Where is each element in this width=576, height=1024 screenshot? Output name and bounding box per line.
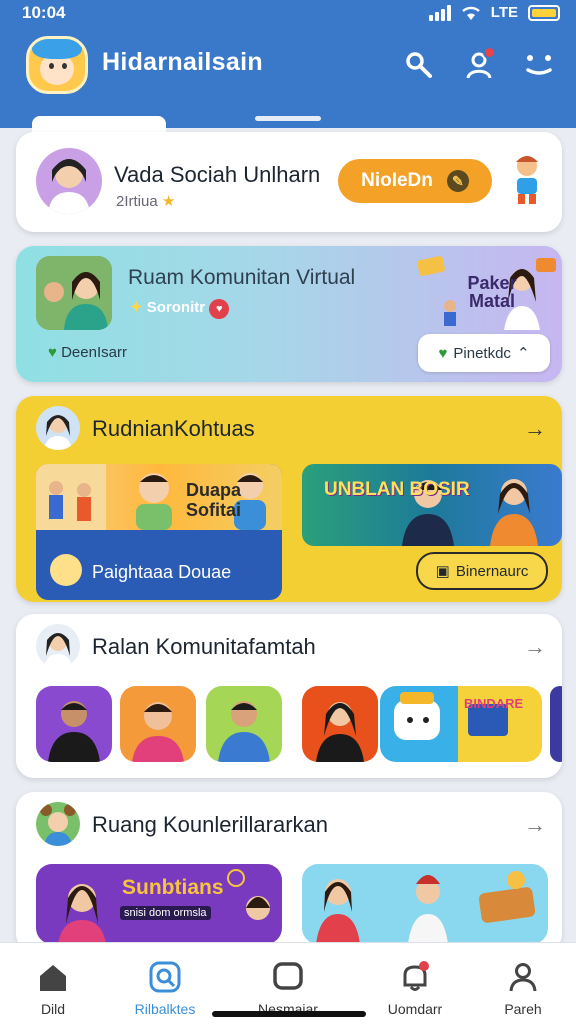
chevron-icon: ⌃ (516, 345, 530, 362)
sparkle-icon: ✦ (130, 299, 143, 316)
section-title: Ralan Komunitafamtah (92, 634, 316, 659)
nav-item-label: Pareh (504, 1001, 542, 1017)
search-button[interactable] (400, 46, 438, 84)
leaf-icon: ♥ (48, 344, 57, 361)
bell-icon (403, 961, 429, 991)
heart-icon: ♥ (209, 299, 230, 319)
community-subtitle-text: Soronitr (146, 299, 206, 316)
section-avatar (36, 802, 80, 846)
nav-item-messages[interactable]: Nesmaiar (238, 957, 338, 1017)
learning-section: Ruang Kounlerillararkan → Sunbtians snis… (16, 792, 562, 952)
community-list-section: Ralan Komunitafamtah → BINDARE (16, 614, 562, 778)
app-title: Hidarnailsain (102, 48, 263, 76)
mascot-icon (516, 156, 538, 204)
community-art: Paker Matal (404, 250, 560, 330)
section-action-label: Binernaurc (455, 562, 529, 580)
featured-tile-tag: Duapa Sofitai (186, 480, 242, 520)
ticket-icon: ▣ (435, 563, 450, 580)
duck-icon (50, 554, 82, 586)
member-thumbnail[interactable] (36, 686, 112, 762)
learning-tile[interactable]: Sunbtians snisi dom ormsla (36, 864, 282, 944)
user-icon (509, 963, 537, 992)
chat-icon (273, 962, 303, 990)
profile-card[interactable]: Vada Sociah Unlharn 2Irtiua ★ NioIeDn ✎ (16, 132, 562, 232)
status-time: 10:04 (22, 3, 66, 22)
community-footer: ♥ DeenIsarr (48, 344, 127, 361)
check-icon: ✎ (446, 170, 469, 192)
learning-tile-sub: snisi dom ormsla (120, 906, 211, 920)
profile-action-label: NioIeDn (361, 170, 433, 191)
leaf-icon: ♥ (438, 344, 448, 362)
section-title: RudnianKohtuas (92, 416, 255, 441)
section-avatar (36, 406, 80, 450)
app-bar: Hidarnailsain (0, 30, 576, 100)
featured-tile-secondary-tag: UNBLAN BOSIR (324, 479, 470, 500)
community-card[interactable]: Ruam Komunitan Virtual ✦ Soronitr ♥ ♥ De… (16, 246, 562, 382)
search-icon (406, 52, 432, 78)
learning-tile-tag: Sunbtians (122, 876, 224, 899)
section-avatar (36, 624, 80, 668)
nav-item-explore[interactable]: Rilbalktes (115, 957, 215, 1017)
promo-thumbnail[interactable]: BINDARE (380, 686, 542, 762)
profile-button[interactable] (460, 46, 498, 84)
wifi-icon (461, 6, 480, 20)
nav-item-label: Dild (40, 1001, 66, 1017)
svg-text:BINDARE: BINDARE (464, 696, 524, 711)
menu-dots-icon (526, 55, 552, 75)
member-thumbnail[interactable] (120, 686, 196, 762)
nav-item-profile[interactable]: Pareh (473, 957, 573, 1017)
app-logo (26, 36, 88, 94)
arrow-right-icon[interactable]: → (524, 416, 546, 442)
app-header: 10:04 LTE Hidarnailsain (0, 0, 576, 136)
profile-avatar (36, 148, 102, 214)
community-button[interactable]: ♥ Pinetkdc ⌃ (418, 334, 550, 372)
profile-name: Vada Sociah Unlharn (114, 162, 321, 187)
learning-tile-secondary[interactable] (302, 864, 548, 944)
profile-action-button[interactable]: NioIeDn ✎ (338, 159, 492, 203)
home-icon (40, 965, 66, 991)
arrow-right-icon[interactable]: → (524, 634, 546, 660)
battery-icon (528, 4, 560, 21)
community-thumbnail (36, 256, 112, 330)
network-label: LTE (490, 4, 518, 21)
signal-icon (428, 4, 451, 21)
section-title: Ruang Kounlerillararkan (92, 812, 329, 837)
drag-handle[interactable] (255, 116, 321, 121)
status-bar: 10:04 LTE (0, 0, 576, 26)
arrow-right-icon[interactable]: → (524, 812, 546, 838)
community-button-label: Pinetkdc (453, 344, 511, 362)
nav-item-home[interactable]: Dild (3, 957, 103, 1017)
menu-button[interactable] (520, 46, 558, 84)
home-indicator[interactable] (212, 1011, 366, 1017)
community-art-tag: Paker Matal (467, 273, 517, 311)
nav-item-notifications[interactable]: Uomdarr (365, 957, 465, 1017)
member-thumbnail[interactable] (206, 686, 282, 762)
section-action-button[interactable]: ▣ Binernaurc (416, 552, 548, 590)
member-thumbnail[interactable] (550, 686, 562, 762)
featured-tile-secondary[interactable]: UNBLAN BOSIR (302, 464, 562, 546)
featured-section: RudnianKohtuas → Duapa Sofitai Paightaaa… (16, 396, 562, 602)
community-footer-text: DeenIsarr (61, 344, 127, 361)
search-icon (149, 961, 181, 993)
member-thumbnail[interactable] (302, 686, 378, 762)
community-title: Ruam Komunitan Virtual (128, 266, 356, 289)
featured-tile[interactable]: Duapa Sofitai Paightaaa Douae (36, 464, 282, 600)
star-icon: ★ (161, 193, 176, 210)
nav-item-label: Rilbalktes (134, 1001, 196, 1017)
notification-badge (483, 46, 496, 59)
nav-item-label: Uomdarr (387, 1001, 443, 1017)
featured-tile-caption: Paightaaa Douae (92, 562, 232, 582)
profile-level: 2Irtiua (116, 193, 158, 210)
status-icons: LTE (428, 4, 560, 21)
community-subtitle: ✦ Soronitr ♥ (130, 298, 230, 319)
profile-subtitle: 2Irtiua ★ (116, 192, 175, 210)
